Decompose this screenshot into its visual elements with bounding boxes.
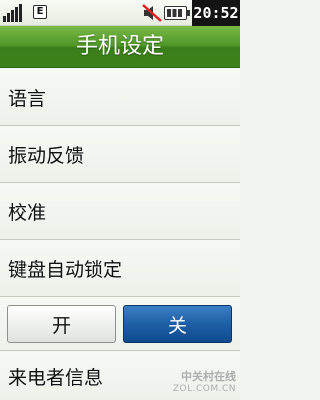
network-type-icon: E <box>33 5 47 19</box>
menu-item-auto-keylock[interactable]: 键盘自动锁定 <box>0 240 240 297</box>
watermark-logo: 中关村在线 ZOL.COM.CN <box>173 368 236 394</box>
signal-strength-icon <box>3 4 22 22</box>
clock: 20:52 <box>192 0 240 26</box>
menu-item-vibration-feedback[interactable]: 振动反馈 <box>0 126 240 183</box>
menu-item-calibration[interactable]: 校准 <box>0 183 240 240</box>
menu-item-language[interactable]: 语言 <box>0 69 240 126</box>
auto-keylock-toggle: 开 关 <box>0 297 240 351</box>
watermark-cn: 中关村在线 <box>181 370 236 383</box>
toggle-off-button[interactable]: 关 <box>123 305 232 343</box>
page-title: 手机设定 <box>0 26 240 68</box>
watermark-en: ZOL.COM.CN <box>172 384 236 394</box>
mute-icon <box>142 4 162 22</box>
settings-menu: 语言 振动反馈 校准 键盘自动锁定 <box>0 69 240 297</box>
status-bar: E 20:52 <box>0 0 240 26</box>
toggle-on-button[interactable]: 开 <box>7 305 116 343</box>
battery-icon <box>164 6 190 20</box>
